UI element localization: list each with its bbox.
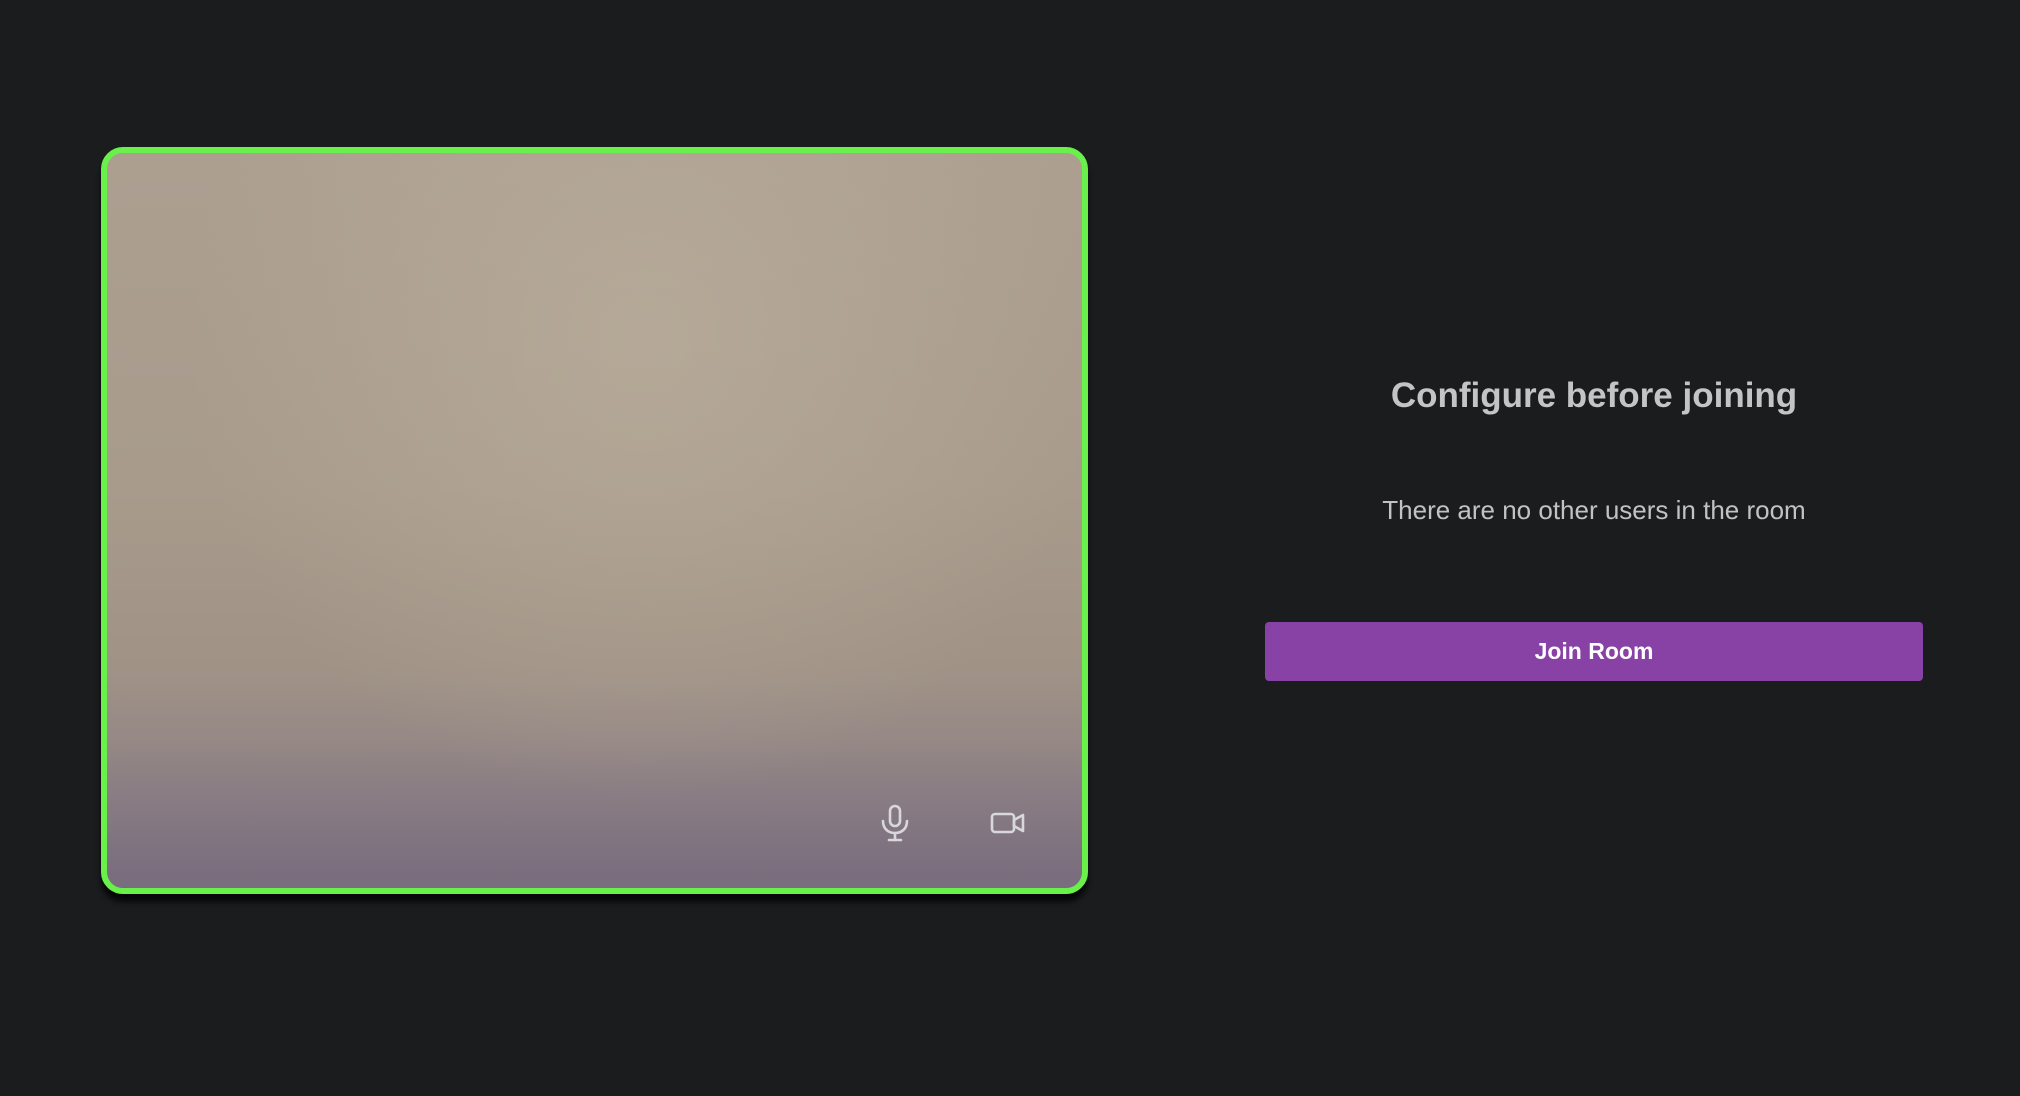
join-room-button[interactable]: Join Room (1265, 622, 1923, 681)
self-video-preview (101, 147, 1088, 894)
video-camera-icon (990, 812, 1025, 834)
room-status-text: There are no other users in the room (1382, 495, 1806, 525)
microphone-toggle[interactable] (865, 793, 925, 853)
join-panel: Configure before joining There are no ot… (1265, 360, 1923, 681)
page-title: Configure before joining (1390, 376, 1798, 415)
camera-toggle[interactable] (978, 793, 1038, 853)
microphone-icon (881, 804, 909, 842)
room-lobby: Configure before joining There are no ot… (0, 0, 2020, 1096)
